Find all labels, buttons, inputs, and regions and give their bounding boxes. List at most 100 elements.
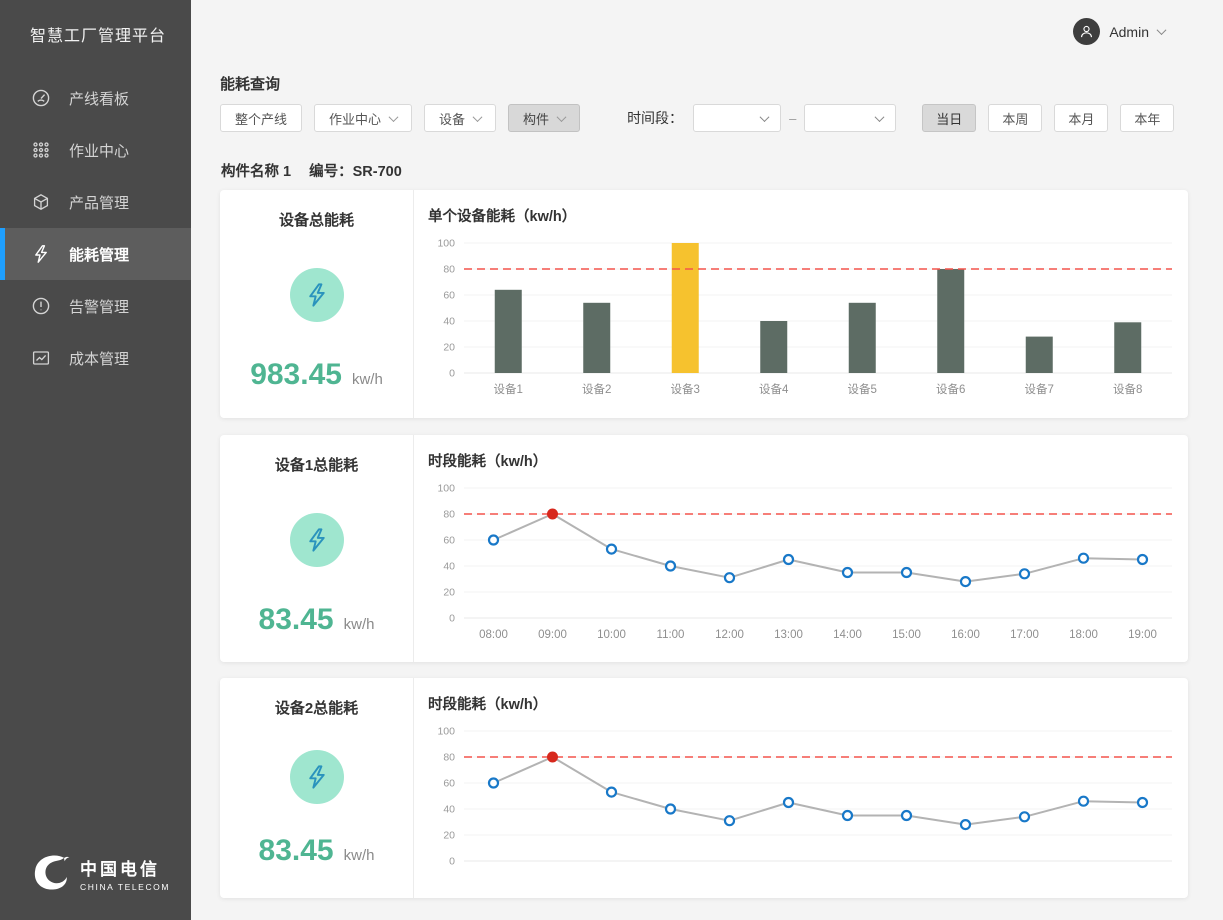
period-this-year-button[interactable]: 本年 [1120, 104, 1174, 132]
stat-title: 设备2总能耗 [275, 697, 358, 718]
period-label: 本周 [1002, 109, 1028, 128]
svg-text:100: 100 [437, 238, 455, 250]
chart-panel: 单个设备能耗（kw/h） 020406080100设备1设备2设备3设备4设备5… [414, 190, 1188, 418]
chevron-down-icon [557, 112, 567, 122]
energy-bolt-icon [290, 268, 344, 322]
time-range-start-select[interactable] [693, 104, 781, 132]
svg-text:设备1: 设备1 [494, 382, 523, 396]
time-range-label: 时间段： [627, 108, 683, 128]
chevron-down-icon [875, 112, 885, 122]
component-code: 编号：SR-700 [309, 160, 402, 181]
svg-text:设备7: 设备7 [1025, 382, 1054, 396]
chevron-down-icon [473, 112, 483, 122]
stat-value: 83.45 kw/h [259, 834, 375, 868]
range-separator: – [789, 111, 796, 126]
svg-text:18:00: 18:00 [1069, 629, 1098, 641]
svg-text:08:00: 08:00 [479, 629, 508, 641]
svg-text:100: 100 [437, 483, 455, 495]
svg-text:设备3: 设备3 [671, 382, 700, 396]
filter-label: 作业中心 [329, 109, 381, 128]
svg-text:设备8: 设备8 [1113, 382, 1142, 396]
chart-panel: 时段能耗（kw/h） 02040608010008:0009:0010:0011… [414, 435, 1188, 662]
filter-row: 整个产线 作业中心 设备 构件 时间段： – 当日 本周 本月 本年 [220, 104, 1186, 132]
sidebar-item-label: 作业中心 [69, 140, 129, 161]
sidebar-item-work-center[interactable]: 作业中心 [0, 124, 191, 176]
stat-value: 983.45 kw/h [250, 358, 383, 392]
stat-panel: 设备2总能耗 83.45 kw/h [220, 678, 414, 898]
filter-component-dropdown[interactable]: 构件 [508, 104, 580, 132]
svg-text:40: 40 [443, 561, 455, 573]
svg-text:设备5: 设备5 [848, 382, 877, 396]
period-today-button[interactable]: 当日 [922, 104, 976, 132]
sidebar-item-label: 成本管理 [69, 348, 129, 369]
china-telecom-cn: 中国电信 [80, 855, 170, 880]
alert-icon [30, 295, 52, 317]
chart-title: 时段能耗（kw/h） [428, 450, 1180, 471]
stat-number: 83.45 [259, 603, 334, 637]
svg-text:80: 80 [443, 264, 455, 276]
svg-text:设备2: 设备2 [582, 382, 611, 396]
time-range-end-select[interactable] [804, 104, 896, 132]
stat-unit: kw/h [344, 847, 375, 864]
svg-text:10:00: 10:00 [597, 629, 626, 641]
period-label: 当日 [936, 109, 962, 128]
stat-title: 设备总能耗 [279, 209, 354, 230]
device1-energy-card: 设备1总能耗 83.45 kw/h 时段能耗（kw/h） 02040608010… [220, 435, 1188, 662]
svg-text:20: 20 [443, 342, 455, 354]
filter-device-dropdown[interactable]: 设备 [424, 104, 496, 132]
svg-text:16:00: 16:00 [951, 629, 980, 641]
user-menu[interactable]: Admin [1073, 18, 1165, 45]
energy-bolt-icon [290, 750, 344, 804]
app-title: 智慧工厂管理平台 [0, 0, 191, 46]
user-name: Admin [1109, 24, 1149, 40]
sidebar-item-energy-management[interactable]: 能耗管理 [0, 228, 191, 280]
svg-text:19:00: 19:00 [1128, 629, 1157, 641]
sidebar-menu: 产线看板 作业中心 产品管理 能耗管理 告警管理 [0, 72, 191, 384]
filter-whole-line-button[interactable]: 整个产线 [220, 104, 302, 132]
svg-text:0: 0 [449, 613, 455, 625]
period-button-group: 当日 本周 本月 本年 [922, 104, 1186, 132]
svg-text:12:00: 12:00 [715, 629, 744, 641]
period-this-week-button[interactable]: 本周 [988, 104, 1042, 132]
device-energy-bar-chart: 020406080100设备1设备2设备3设备4设备5设备6设备7设备8 [428, 233, 1180, 406]
stat-panel: 设备总能耗 983.45 kw/h [220, 190, 414, 418]
page-title: 能耗查询 [220, 73, 280, 94]
cost-chart-icon [30, 347, 52, 369]
sidebar-item-production-board[interactable]: 产线看板 [0, 72, 191, 124]
stat-unit: kw/h [352, 371, 383, 388]
sidebar-item-label: 告警管理 [69, 296, 129, 317]
svg-text:15:00: 15:00 [892, 629, 921, 641]
sidebar-item-cost-management[interactable]: 成本管理 [0, 332, 191, 384]
filter-work-center-dropdown[interactable]: 作业中心 [314, 104, 412, 132]
svg-text:14:00: 14:00 [833, 629, 862, 641]
svg-text:20: 20 [443, 587, 455, 599]
svg-text:20: 20 [443, 830, 455, 842]
chevron-down-icon [1157, 25, 1167, 35]
china-telecom-logo-icon [30, 852, 72, 894]
svg-text:09:00: 09:00 [538, 629, 567, 641]
chevron-down-icon [760, 112, 770, 122]
stat-value: 83.45 kw/h [259, 603, 375, 637]
period-label: 本年 [1134, 109, 1160, 128]
stat-number: 983.45 [250, 358, 342, 392]
stat-title: 设备1总能耗 [275, 454, 358, 475]
stat-unit: kw/h [344, 616, 375, 633]
total-energy-card: 设备总能耗 983.45 kw/h 单个设备能耗（kw/h） 020406080… [220, 190, 1188, 418]
svg-text:40: 40 [443, 804, 455, 816]
china-telecom-logo: 中国电信 CHINA TELECOM [30, 852, 170, 894]
stat-panel: 设备1总能耗 83.45 kw/h [220, 435, 414, 662]
sidebar-item-alarm-management[interactable]: 告警管理 [0, 280, 191, 332]
svg-text:80: 80 [443, 752, 455, 764]
sidebar-item-product-management[interactable]: 产品管理 [0, 176, 191, 228]
device2-energy-card: 设备2总能耗 83.45 kw/h 时段能耗（kw/h） 02040608010… [220, 678, 1188, 898]
svg-text:设备4: 设备4 [759, 382, 789, 396]
svg-text:60: 60 [443, 535, 455, 547]
avatar [1073, 18, 1100, 45]
gauge-icon [30, 87, 52, 109]
period-this-month-button[interactable]: 本月 [1054, 104, 1108, 132]
sidebar: 智慧工厂管理平台 产线看板 作业中心 产品管理 能耗管理 [0, 0, 191, 920]
svg-text:设备6: 设备6 [936, 382, 965, 396]
sidebar-item-label: 能耗管理 [69, 244, 129, 265]
component-name: 构件名称 1 [221, 160, 291, 181]
svg-text:11:00: 11:00 [657, 629, 685, 641]
